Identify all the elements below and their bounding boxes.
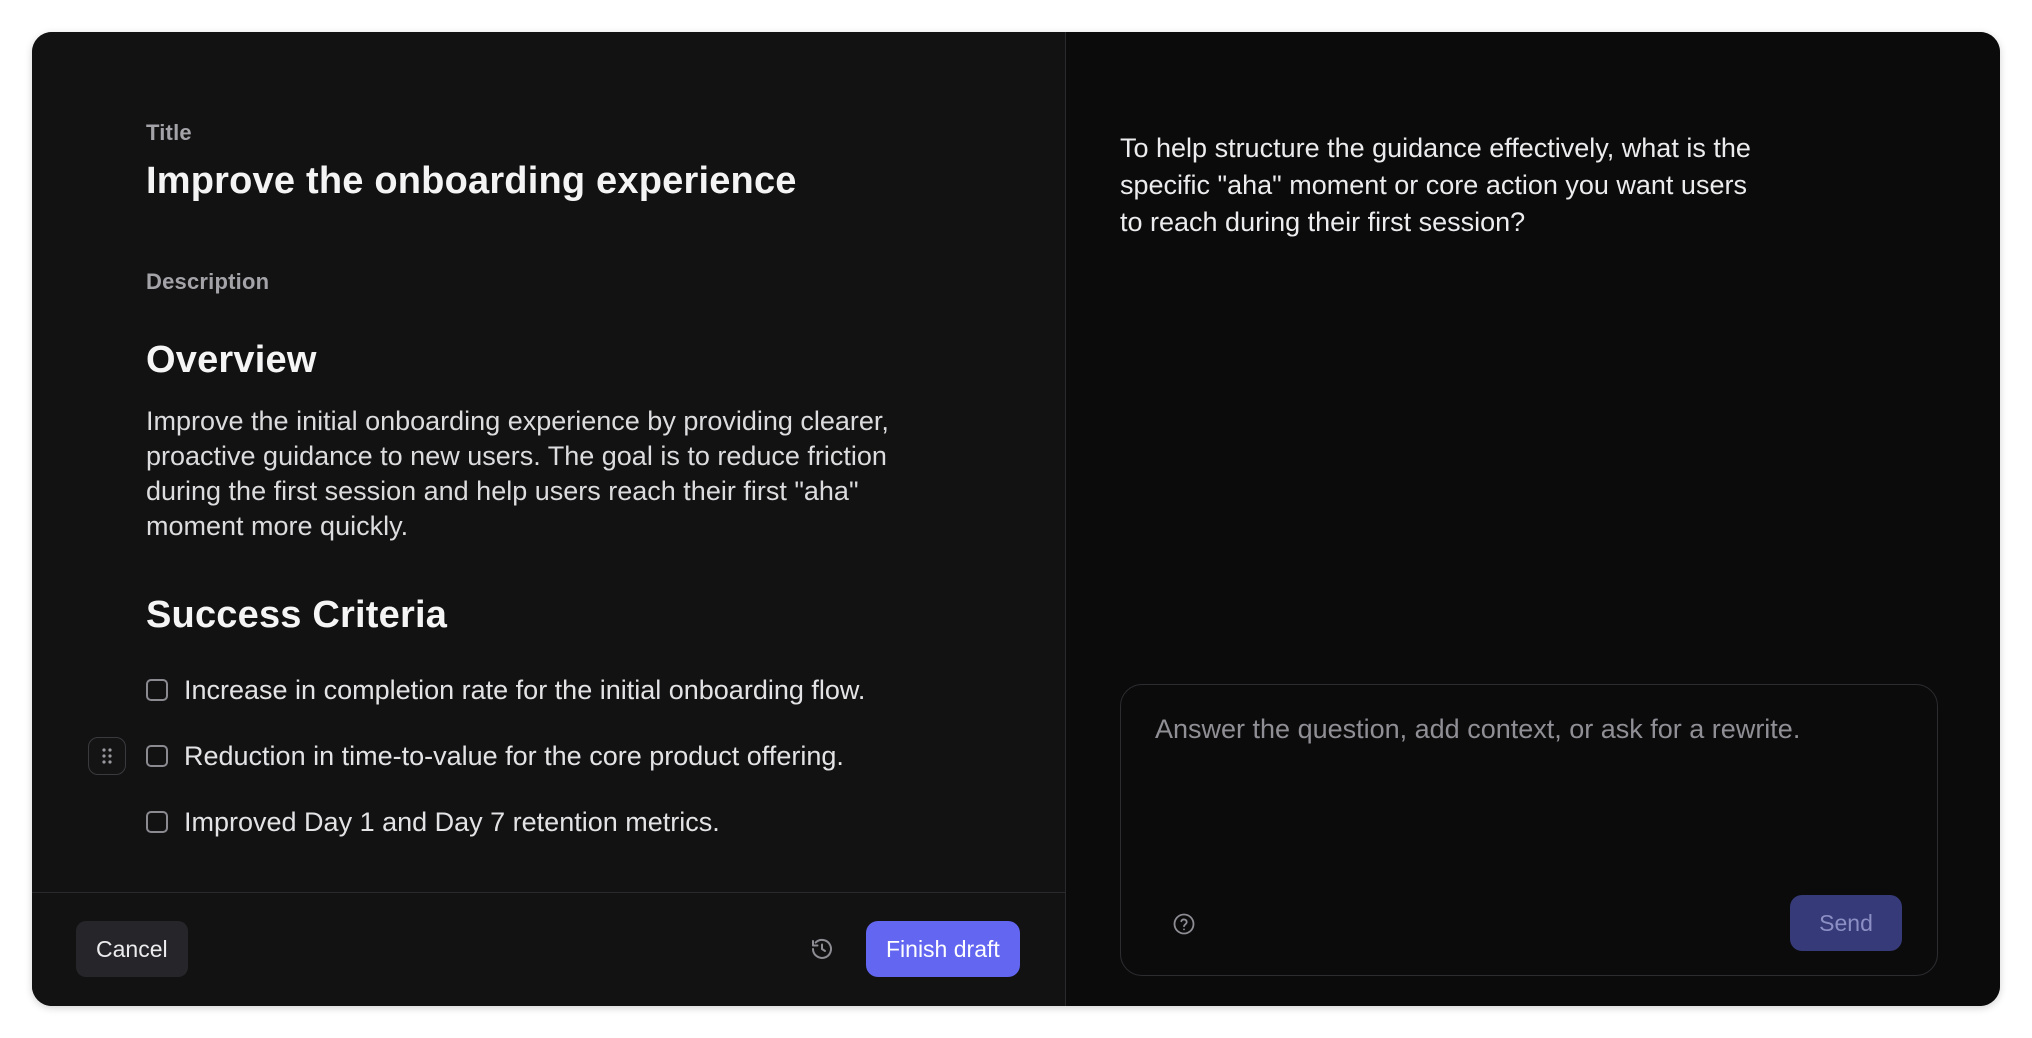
send-button[interactable]: Send [1790,895,1902,951]
cancel-button[interactable]: Cancel [76,921,188,977]
criteria-checkbox[interactable] [146,811,168,833]
assistant-message: To help structure the guidance effective… [1120,133,1751,237]
title-label: Title [146,120,192,145]
criteria-item: Reduction in time-to-value for the core … [88,723,966,789]
drag-handle-icon[interactable] [88,737,126,775]
composer-input[interactable] [1155,711,1895,871]
finish-draft-button[interactable]: Finish draft [866,921,1020,977]
success-criteria-heading[interactable]: Success Criteria [146,594,966,637]
overview-paragraph[interactable]: Improve the initial onboarding experienc… [146,404,926,544]
modal-footer: Cancel Finish draft [32,892,1065,1006]
criteria-checkbox[interactable] [146,679,168,701]
criteria-item-text[interactable]: Reduction in time-to-value for the core … [184,741,844,772]
success-criteria-list: Increase in completion rate for the init… [88,657,966,855]
title-input[interactable]: Improve the onboarding experience [146,160,966,203]
criteria-item-text[interactable]: Increase in completion rate for the init… [184,675,865,706]
overview-heading[interactable]: Overview [146,339,966,382]
help-circle-icon[interactable] [1171,911,1197,937]
draft-modal: Title Improve the onboarding experience … [32,32,2000,1006]
criteria-item: Improved Day 1 and Day 7 retention metri… [146,789,966,855]
document-editor[interactable]: Title Improve the onboarding experience … [88,120,966,855]
editor-pane: Title Improve the onboarding experience … [32,32,1066,1006]
assistant-pane: To help structure the guidance effective… [1066,32,2000,1006]
composer: Send [1120,684,1938,976]
history-icon[interactable] [806,933,838,965]
description-label: Description [146,269,270,294]
criteria-checkbox[interactable] [146,745,168,767]
criteria-item-text[interactable]: Improved Day 1 and Day 7 retention metri… [184,807,720,838]
criteria-item: Increase in completion rate for the init… [146,657,966,723]
